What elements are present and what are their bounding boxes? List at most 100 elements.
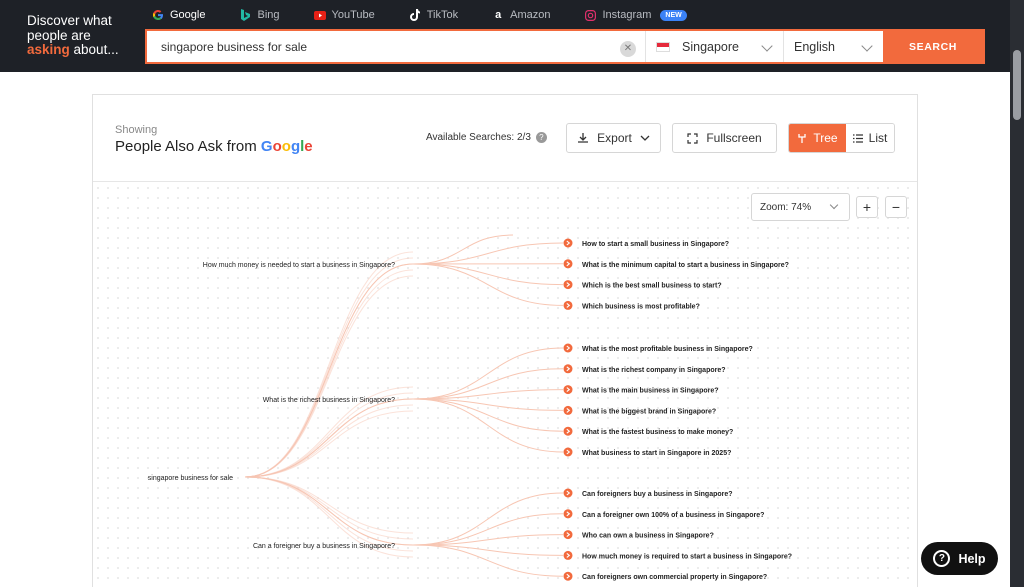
tree-leaf-node[interactable]: Can foreigners own commercial property i…: [582, 574, 767, 581]
tree-leaf-node[interactable]: What is the biggest brand in Singapore?: [582, 408, 716, 415]
tree-branch-node[interactable]: How much money is needed to start a busi…: [203, 262, 395, 269]
clear-search-button[interactable]: ✕: [620, 41, 636, 57]
tree-link: [244, 269, 414, 478]
expand-node-icon[interactable]: [563, 385, 573, 395]
main-content: Showing People Also Ask from Google Avai…: [0, 72, 1010, 587]
tree-branch-node[interactable]: What is the richest business in Singapor…: [263, 397, 395, 404]
search-button[interactable]: SEARCH: [883, 31, 983, 62]
google-icon: [152, 9, 164, 21]
google-logo: Google: [260, 138, 313, 155]
tab-bing[interactable]: Bing: [239, 7, 280, 23]
tree-leaf-node[interactable]: What is the main business in Singapore?: [582, 388, 719, 395]
expand-node-icon[interactable]: [563, 509, 573, 519]
help-circle-icon[interactable]: ?: [535, 132, 547, 143]
available-searches-text: Available Searches: 2/3: [426, 132, 531, 143]
export-button[interactable]: Export: [566, 123, 661, 153]
paa-panel: Showing People Also Ask from Google Avai…: [92, 94, 918, 587]
download-icon: [578, 133, 589, 143]
tree-link: [244, 476, 414, 540]
tree-link: [412, 492, 564, 546]
instagram-icon: [584, 9, 596, 21]
tab-amazon[interactable]: a Amazon: [492, 7, 550, 23]
bing-icon: [239, 9, 251, 21]
tree-leaf-node[interactable]: What is the fastest business to make mon…: [582, 429, 733, 436]
chevron-down-icon: [861, 40, 873, 52]
available-searches: Available Searches: 2/3 ?: [426, 132, 547, 143]
tree-leaf-node[interactable]: What is the most profitable business in …: [582, 346, 753, 353]
tree-leaf-node[interactable]: What is the minimum capital to start a b…: [582, 262, 789, 269]
expand-node-icon[interactable]: [563, 364, 573, 374]
top-bar: Discover what people are asking about...…: [0, 0, 1010, 72]
expand-node-icon[interactable]: [563, 426, 573, 436]
expand-node-icon[interactable]: [563, 280, 573, 290]
amazon-icon: a: [495, 9, 502, 21]
expand-node-icon[interactable]: [563, 259, 573, 269]
tree-leaf-node[interactable]: Which is the best small business to star…: [582, 283, 722, 290]
expand-node-icon[interactable]: [563, 238, 573, 248]
panel-header: Showing People Also Ask from Google Avai…: [93, 95, 917, 182]
tab-label: Amazon: [510, 9, 551, 21]
tab-label: Bing: [257, 9, 280, 21]
tree-leaf-node[interactable]: Can foreigners buy a business in Singapo…: [582, 491, 733, 498]
tree-leaf-node[interactable]: What business to start in Singapore in 2…: [582, 450, 731, 457]
tree-leaf-node[interactable]: How much money is required to start a bu…: [582, 553, 792, 560]
country-value: Singapore: [682, 39, 739, 54]
tree-leaf-node[interactable]: Which business is most profitable?: [582, 303, 700, 310]
expand-node-icon[interactable]: [563, 530, 573, 540]
search-input[interactable]: [147, 31, 645, 62]
tree-link: [244, 476, 414, 534]
tree-link: [412, 263, 564, 306]
question-icon: ?: [933, 550, 951, 567]
tree-view-button[interactable]: Tree: [789, 124, 846, 152]
list-view-button[interactable]: List: [846, 124, 894, 152]
tab-label: Instagram: [602, 9, 652, 21]
expand-node-icon[interactable]: [563, 488, 573, 498]
tree-link: [412, 544, 564, 577]
tree-label: Tree: [813, 131, 838, 145]
tree-canvas[interactable]: Zoom: 74% + − singapore business for sal…: [93, 183, 917, 587]
youtube-icon: [313, 9, 326, 21]
tree-link: [244, 263, 414, 478]
tree-leaf-node[interactable]: Who can own a business in Singapore?: [582, 533, 714, 540]
tagline-line3: about...: [69, 42, 119, 57]
tree-leaf-node[interactable]: Can a foreigner own 100% of a business i…: [582, 512, 764, 519]
tree-link: [244, 404, 414, 478]
tab-youtube[interactable]: YouTube: [313, 7, 375, 23]
tree-root-node[interactable]: singapore business for sale: [148, 475, 233, 482]
showing-label: Showing: [115, 124, 158, 136]
list-icon: [852, 133, 863, 143]
chevron-down-icon: [640, 135, 650, 141]
tab-tiktok[interactable]: TikTok: [409, 7, 458, 23]
expand-node-icon[interactable]: [563, 447, 573, 457]
tagline-highlight: asking: [27, 42, 70, 57]
tree-icon: [798, 133, 807, 143]
tree-link: [412, 263, 564, 286]
expand-node-icon[interactable]: [563, 343, 573, 353]
panel-title: People Also Ask from Google: [115, 138, 313, 155]
country-select[interactable]: Singapore: [645, 31, 783, 62]
expand-node-icon[interactable]: [563, 571, 573, 581]
expand-node-icon[interactable]: [563, 300, 573, 310]
tagline-line2: people are: [27, 27, 91, 43]
tab-google[interactable]: Google: [152, 7, 205, 23]
app-window: Discover what people are asking about...…: [0, 0, 1024, 587]
scrollbar-thumb[interactable]: [1013, 50, 1021, 120]
expand-node-icon[interactable]: [563, 550, 573, 560]
scrollbar[interactable]: [1010, 0, 1024, 587]
tab-instagram[interactable]: Instagram NEW: [584, 7, 687, 23]
tree-link: [412, 398, 564, 432]
tree-link: [244, 410, 414, 478]
tab-label: TikTok: [426, 9, 459, 21]
new-badge: NEW: [660, 9, 687, 21]
expand-node-icon[interactable]: [563, 405, 573, 415]
question-tree: singapore business for sale How much mone…: [148, 234, 792, 581]
tree-link: [244, 476, 414, 552]
tree-leaf-node[interactable]: What is the richest company in Singapore…: [582, 367, 726, 374]
tree-leaf-node[interactable]: How to start a small business in Singapo…: [582, 241, 729, 248]
tree-branch-node[interactable]: Can a foreigner buy a business in Singap…: [253, 543, 395, 550]
expand-icon: [687, 132, 698, 144]
help-button[interactable]: ? Help: [921, 542, 998, 575]
language-select[interactable]: English: [783, 31, 883, 62]
tree-link: [244, 398, 414, 478]
fullscreen-button[interactable]: Fullscreen: [672, 123, 777, 153]
